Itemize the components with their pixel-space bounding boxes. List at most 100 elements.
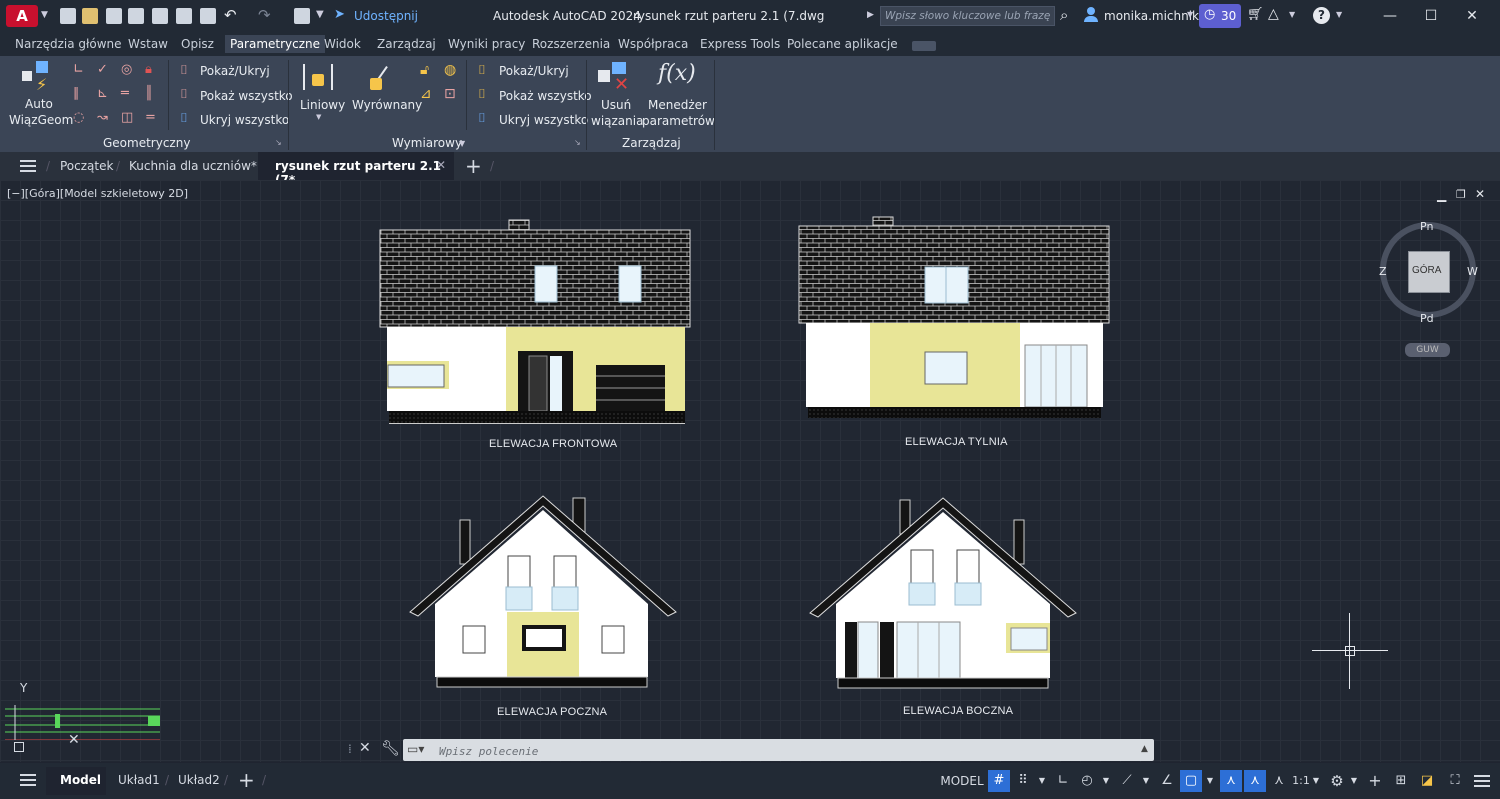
polar-dropdown-icon[interactable]: ▼ (1100, 770, 1112, 792)
snap-dropdown-icon[interactable]: ▼ (1036, 770, 1048, 792)
cmd-history-icon[interactable]: ▲ (1141, 744, 1148, 754)
tab-home[interactable]: Narzędzia główne (15, 37, 122, 51)
expand-search-icon[interactable]: ▶ (867, 10, 874, 20)
auto-scale-icon[interactable]: ⋏ (1244, 770, 1266, 792)
diameter-dim-icon[interactable]: ⊿ (420, 86, 432, 102)
coincident-icon[interactable]: ∟ (73, 62, 84, 77)
tab-view[interactable]: Widok (324, 37, 361, 51)
search-input[interactable] (881, 7, 1054, 25)
workspace-gear-icon[interactable]: ⚙ (1326, 770, 1348, 792)
app-logo[interactable]: A (6, 5, 38, 27)
show-all-dim-button[interactable]: Pokaż wszystko (499, 89, 592, 103)
tab-collaborate[interactable]: Współpraca (618, 37, 688, 51)
file-tab-start[interactable]: Początek (60, 159, 113, 173)
auto-constrain-button[interactable]: Auto (25, 97, 53, 111)
annotation-visibility-icon[interactable]: ⋏ (1220, 770, 1242, 792)
timer-badge[interactable]: ◷ 30 (1199, 4, 1241, 28)
tab-featured-apps[interactable]: Polecane aplikacje (787, 37, 898, 51)
wcs-menu[interactable]: GUW (1405, 343, 1450, 357)
viewport-close-icon[interactable]: ✕ (1475, 187, 1485, 201)
annotation-scale-value[interactable]: 1:1 (1292, 770, 1310, 792)
convert-dim-icon[interactable]: ⊡ (444, 86, 456, 102)
user-name[interactable]: monika.michnik (1104, 9, 1199, 23)
isodraft-dropdown-icon[interactable]: ▼ (1140, 770, 1152, 792)
radial-dim-icon[interactable]: ◍ (444, 62, 456, 78)
collinear-icon[interactable]: ✓ (97, 62, 108, 77)
help-chevron-icon[interactable]: ▼ (1336, 10, 1342, 19)
geometric-settings-icon[interactable]: ↘ (275, 138, 282, 147)
customize-status-icon[interactable] (1474, 775, 1490, 787)
equal-icon[interactable]: = (145, 110, 156, 125)
vertical-icon[interactable]: ║ (145, 86, 153, 101)
app-chevron-icon[interactable]: ▼ (1289, 10, 1295, 19)
add-layout-icon[interactable]: + (238, 768, 255, 792)
command-input[interactable] (437, 741, 1121, 761)
tab-express-tools[interactable]: Express Tools (700, 37, 780, 51)
dimensional-settings-icon[interactable]: ↘ (574, 138, 581, 147)
annotation-scale-icon[interactable]: ⋏ (1268, 770, 1290, 792)
show-hide-geo-button[interactable]: Pokaż/Ukryj (200, 64, 270, 78)
dimensional-panel-label[interactable]: Wymiarowy (392, 136, 462, 150)
isodraft-icon[interactable]: ⟋ (1116, 770, 1138, 792)
autodesk-app-icon[interactable]: △ (1268, 6, 1279, 22)
perpendicular-icon[interactable]: ⊾ (97, 86, 108, 101)
publish-icon[interactable] (176, 8, 192, 24)
app-menu-chevron-icon[interactable]: ▼ (41, 10, 48, 20)
open-web-icon[interactable] (152, 8, 168, 24)
share-button[interactable]: Udostępnij (354, 9, 418, 23)
angular-dim-icon[interactable]: 🔓︎ (420, 62, 429, 78)
workspace-icon[interactable] (294, 8, 310, 24)
file-tab-active[interactable]: rysunek rzut parteru 2.1 (7* ✕ (258, 152, 454, 187)
workspace-dropdown-icon[interactable]: ▼ (1348, 770, 1360, 792)
close-icon[interactable]: ✕ (1452, 6, 1492, 26)
scale-dropdown-icon[interactable]: ▼ (1310, 770, 1322, 792)
viewport-restore-icon[interactable]: ❐ (1456, 188, 1466, 201)
viewcube-face[interactable]: GÓRA (1408, 251, 1450, 293)
open-file-icon[interactable] (82, 8, 98, 24)
customize-qat-icon[interactable]: ▼ (316, 9, 324, 20)
hardware-acceleration-icon[interactable]: ◪ (1416, 770, 1438, 792)
compass-south[interactable]: Pd (1420, 312, 1434, 325)
hamburger-menu-icon[interactable] (20, 160, 36, 172)
symmetric-icon[interactable]: ◫ (121, 110, 133, 125)
clean-screen-icon[interactable]: ⛶ (1444, 770, 1466, 792)
maximize-icon[interactable]: ☐ (1411, 6, 1451, 26)
horizontal-icon[interactable]: ═ (121, 86, 129, 101)
new-file-icon[interactable] (60, 8, 76, 24)
redo-icon[interactable]: ↷ (258, 6, 271, 24)
linear-dim-button[interactable]: Liniowy (300, 98, 345, 112)
linear-dropdown-icon[interactable]: ▼ (316, 113, 321, 121)
tangent-icon[interactable]: ◌ (73, 110, 84, 125)
concentric-icon[interactable]: ◎ (121, 62, 132, 77)
smooth-icon[interactable]: ↝ (97, 110, 108, 125)
cmd-prompt-icon[interactable]: ▭▾ (407, 742, 424, 756)
user-menu-chevron-icon[interactable]: ▼ (1187, 10, 1193, 19)
cmd-grip-icon[interactable]: ⁞ (348, 742, 352, 756)
object-snap-icon[interactable]: ▢ (1180, 770, 1202, 792)
parallel-icon[interactable]: ∥ (73, 86, 80, 101)
tab-manage[interactable]: Zarządzaj (377, 37, 436, 51)
layout-tab-1[interactable]: Układ1 (118, 773, 160, 787)
hide-all-dim-button[interactable]: Ukryj wszystko (499, 113, 588, 127)
snap-mode-icon[interactable]: ⠿ (1012, 770, 1034, 792)
cmd-customize-icon[interactable]: 🔧︎ (381, 739, 400, 757)
file-tab-kitchen[interactable]: Kuchnia dla uczniów* (129, 159, 257, 173)
undo-icon[interactable]: ↶ (224, 6, 237, 24)
hide-all-geo-button[interactable]: Ukryj wszystko (200, 113, 289, 127)
dimensional-dropdown-icon[interactable]: ▼ (459, 139, 465, 148)
compass-west[interactable]: Z (1379, 265, 1387, 278)
show-hide-dim-button[interactable]: Pokaż/Ukryj (499, 64, 569, 78)
command-line[interactable]: ▭▾ ▲ (403, 739, 1154, 761)
polar-tracking-icon[interactable]: ◴ (1076, 770, 1098, 792)
delete-constraints-button[interactable]: Usuń (601, 98, 631, 112)
model-space-button[interactable]: MODEL (938, 770, 986, 792)
viewport-minimize-icon[interactable]: ▁ (1437, 188, 1446, 202)
aligned-dim-button[interactable]: Wyrównany (352, 98, 422, 112)
ribbon-options-icon[interactable] (912, 41, 936, 51)
tab-insert[interactable]: Wstaw (128, 37, 168, 51)
tab-parametric[interactable]: Parametryczne (225, 35, 326, 53)
isolate-objects-icon[interactable]: ⊞ (1390, 770, 1412, 792)
new-tab-icon[interactable]: + (465, 154, 482, 178)
plus-tool-icon[interactable]: + (1364, 770, 1386, 792)
parameters-manager-button[interactable]: Menedżer (648, 98, 707, 112)
